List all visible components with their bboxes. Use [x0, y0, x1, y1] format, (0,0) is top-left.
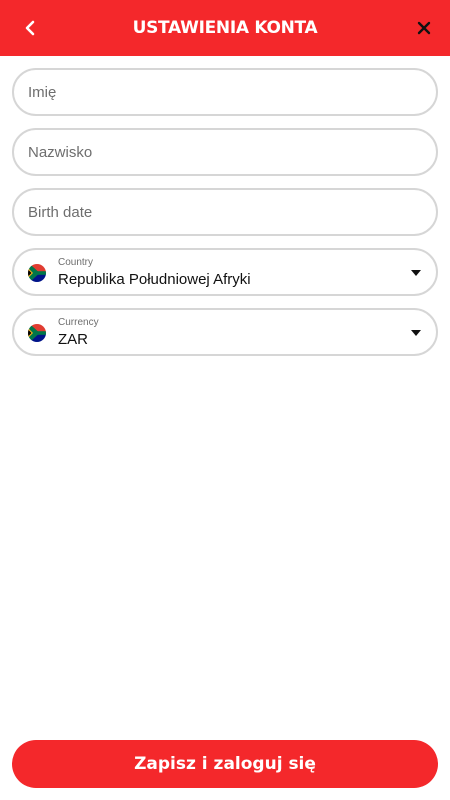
last-name-field-wrapper — [12, 128, 438, 176]
first-name-input[interactable] — [14, 70, 436, 114]
birth-date-input[interactable] — [14, 190, 436, 234]
close-icon — [417, 21, 431, 35]
save-and-login-button[interactable]: Zapisz i zaloguj się — [12, 740, 438, 788]
chevron-left-icon — [25, 20, 35, 36]
page-title: USTAWIENIA KONTA — [132, 18, 318, 38]
currency-label: Currency — [58, 317, 99, 328]
south-africa-flag-icon — [28, 264, 46, 282]
caret-down-icon — [411, 330, 421, 336]
caret-down-icon — [411, 270, 421, 276]
birth-date-field-wrapper — [12, 188, 438, 236]
country-select[interactable]: Country Republika Południowej Afryki — [12, 248, 438, 296]
back-button[interactable] — [14, 12, 46, 44]
account-settings-form: Country Republika Południowej Afryki Cur… — [12, 68, 438, 368]
first-name-field-wrapper — [12, 68, 438, 116]
close-button[interactable] — [408, 12, 440, 44]
last-name-input[interactable] — [14, 130, 436, 174]
country-value: Republika Południowej Afryki — [58, 271, 251, 288]
currency-select[interactable]: Currency ZAR — [12, 308, 438, 356]
south-africa-flag-icon — [28, 324, 46, 342]
country-label: Country — [58, 257, 94, 268]
header-bar: USTAWIENIA KONTA — [0, 0, 450, 56]
currency-value: ZAR — [58, 331, 88, 348]
